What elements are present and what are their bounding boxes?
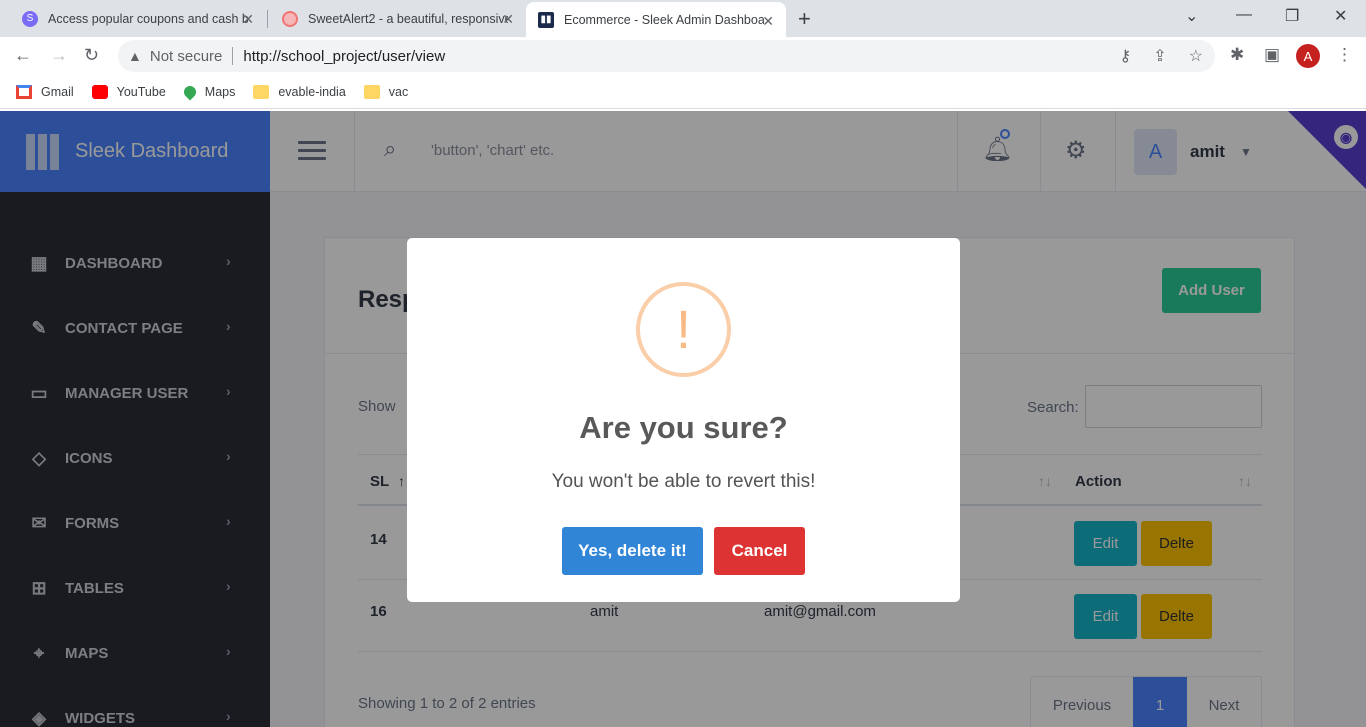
- close-tab-icon[interactable]: ✕: [242, 11, 254, 28]
- bookmark-gmail[interactable]: Gmail: [16, 84, 74, 99]
- bookmark-label: Maps: [204, 84, 236, 99]
- bookmark-vac[interactable]: vac: [363, 84, 409, 99]
- tab-title: SweetAlert2 - a beautiful, responsive: [308, 11, 508, 26]
- browser-tab[interactable]: SweetAlert2 - a beautiful, responsive ✕: [268, 0, 526, 37]
- dialog-title: Are you sure?: [579, 410, 788, 445]
- minimize-icon[interactable]: —: [1236, 6, 1252, 24]
- key-icon[interactable]: ⚷: [1120, 46, 1132, 66]
- bookmark-label: Gmail: [41, 84, 74, 99]
- omnibox-divider: [232, 47, 234, 65]
- url-text[interactable]: http://school_project/user/view: [243, 48, 445, 65]
- browser-tab-active[interactable]: ▮▮ Ecommerce - Sleek Admin Dashboa ✕: [526, 2, 786, 37]
- bookmark-label: YouTube: [116, 84, 166, 99]
- confirm-delete-button[interactable]: Yes, delete it!: [562, 527, 703, 575]
- close-tab-icon[interactable]: ✕: [502, 11, 514, 28]
- star-icon[interactable]: ☆: [1189, 46, 1203, 66]
- dialog-message: You won't be able to revert this!: [551, 471, 816, 492]
- cancel-button[interactable]: Cancel: [714, 527, 805, 575]
- warning-glyph: !: [675, 299, 691, 360]
- sleek-logo-icon: ▮▮: [538, 11, 554, 28]
- s-circle-icon: S: [22, 10, 38, 27]
- bookmark-label: evable-india: [278, 84, 346, 99]
- gmail-icon: [16, 84, 32, 99]
- address-bar-row: ← → ↻ ▲ Not secure http://school_project…: [0, 37, 1366, 75]
- extensions-icon[interactable]: ✱: [1230, 45, 1244, 65]
- security-label[interactable]: Not secure: [150, 48, 223, 65]
- confirm-dialog: ! Are you sure? You won't be able to rev…: [407, 238, 960, 602]
- forward-icon[interactable]: →: [50, 45, 68, 66]
- bookmark-label: vac: [388, 84, 409, 99]
- warning-icon: !: [636, 282, 731, 377]
- folder-icon: [253, 84, 270, 99]
- browser-tab-strip: S Access popular coupons and cash b ✕ Sw…: [0, 0, 1366, 37]
- reload-icon[interactable]: ↻: [84, 45, 99, 66]
- profile-avatar[interactable]: A: [1296, 44, 1320, 68]
- maps-icon: [181, 83, 199, 100]
- browser-tab[interactable]: S Access popular coupons and cash b ✕: [0, 0, 266, 37]
- bookmark-maps[interactable]: Maps: [181, 83, 236, 100]
- new-tab-icon[interactable]: +: [798, 6, 811, 32]
- share-icon[interactable]: ⇪: [1153, 46, 1166, 66]
- youtube-icon: [91, 84, 108, 99]
- menu-kebab-icon[interactable]: ⋮: [1336, 45, 1353, 65]
- close-tab-icon[interactable]: ✕: [762, 13, 774, 30]
- omnibox[interactable]: ▲ Not secure http://school_project/user/…: [118, 40, 1215, 72]
- bookmark-youtube[interactable]: YouTube: [91, 84, 166, 99]
- swirl-icon: [282, 10, 298, 27]
- bookmark-evable-india[interactable]: evable-india: [253, 84, 346, 99]
- tab-title: Access popular coupons and cash b: [48, 11, 248, 26]
- tab-title: Ecommerce - Sleek Admin Dashboa: [564, 12, 764, 27]
- warning-triangle-icon[interactable]: ▲: [128, 48, 142, 64]
- side-panel-icon[interactable]: ▣: [1264, 45, 1280, 65]
- restore-icon[interactable]: ❐: [1285, 6, 1299, 26]
- bookmarks-bar: Gmail YouTube Maps evable-india vac: [0, 75, 1366, 109]
- close-window-icon[interactable]: ✕: [1334, 6, 1347, 26]
- folder-icon: [363, 84, 380, 99]
- back-icon[interactable]: ←: [14, 45, 32, 66]
- tab-search-icon[interactable]: ⌄: [1185, 6, 1198, 26]
